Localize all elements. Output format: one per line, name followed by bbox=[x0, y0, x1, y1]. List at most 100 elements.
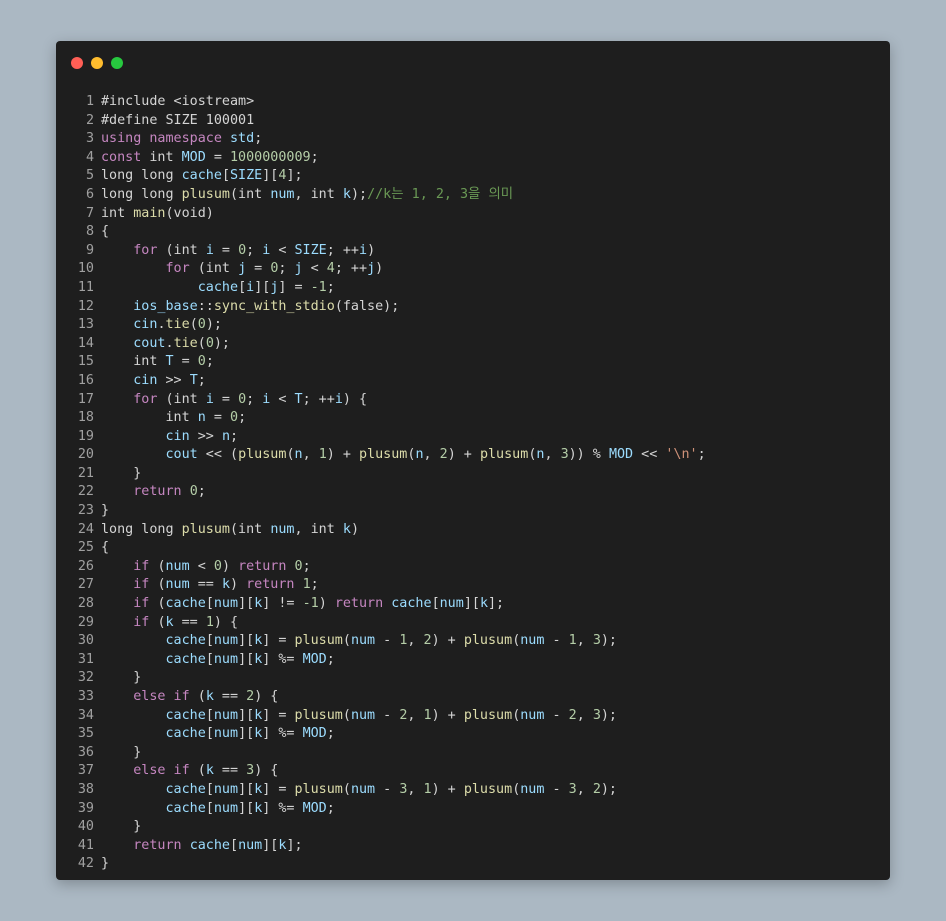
code-token: #include <iostream> bbox=[101, 94, 255, 109]
code-token: 3 bbox=[560, 447, 569, 463]
code-token: MOD bbox=[302, 651, 327, 667]
code-text: cin.tie(0); bbox=[94, 316, 222, 335]
code-token: ]; bbox=[286, 168, 303, 184]
code-token: 2 bbox=[439, 447, 448, 463]
code-token: num bbox=[213, 800, 239, 816]
code-token: - bbox=[544, 781, 569, 797]
code-token: 2 bbox=[246, 689, 255, 704]
code-token: ] != bbox=[262, 596, 303, 612]
code-token: ) + bbox=[431, 781, 464, 797]
line-number: 17 bbox=[77, 391, 94, 407]
code-text: long long cache[SIZE][4]; bbox=[94, 167, 303, 186]
code-token: (void) bbox=[165, 205, 214, 221]
code-token: 2 bbox=[592, 781, 601, 797]
code-token: == bbox=[213, 763, 247, 779]
maximize-dot-icon[interactable] bbox=[111, 57, 123, 69]
code-token: - bbox=[544, 633, 569, 649]
code-token: ) { bbox=[213, 614, 239, 630]
code-token: plusum bbox=[463, 633, 513, 649]
code-token: 1 bbox=[423, 781, 432, 797]
code-token: num bbox=[350, 781, 376, 797]
code-token: ; bbox=[326, 726, 335, 742]
line-number: 26 bbox=[77, 558, 94, 574]
code-token: , int bbox=[294, 186, 343, 202]
code-token: 2 bbox=[568, 707, 577, 723]
line-number: 39 bbox=[77, 800, 94, 816]
code-line: 19 cin >> n; bbox=[56, 428, 890, 447]
code-token: [ bbox=[205, 651, 214, 667]
code-token: = bbox=[205, 149, 230, 165]
code-token: ( bbox=[197, 763, 206, 779]
code-token: (int bbox=[165, 391, 206, 407]
code-line: 34 cache[num][k] = plusum(num - 2, 1) + … bbox=[56, 707, 890, 726]
code-token: n bbox=[197, 410, 206, 426]
code-token: '\n' bbox=[665, 447, 698, 463]
code-token: int bbox=[101, 205, 134, 221]
code-token: return bbox=[334, 596, 392, 612]
code-token: j bbox=[367, 261, 376, 277]
code-token: ) bbox=[318, 596, 335, 612]
code-token: (int bbox=[197, 261, 239, 277]
code-token: const bbox=[101, 149, 150, 165]
code-token: num bbox=[520, 707, 545, 723]
code-token: num bbox=[165, 577, 190, 593]
code-line: 25 { bbox=[56, 539, 890, 558]
code-token: } bbox=[101, 465, 142, 481]
code-token: ( bbox=[342, 707, 351, 723]
code-token: == bbox=[189, 577, 222, 593]
line-number: 22 bbox=[77, 484, 94, 500]
line-number: 30 bbox=[77, 633, 94, 649]
code-token: cin bbox=[101, 317, 158, 333]
code-token: num bbox=[350, 633, 376, 649]
code-window: 1 #include <iostream> 2 #define SIZE 100001… bbox=[56, 41, 890, 880]
code-token: 0 bbox=[294, 558, 303, 574]
code-token: else if bbox=[101, 689, 198, 704]
code-text: if (num < 0) return 0; bbox=[94, 558, 310, 577]
code-line: 42} bbox=[56, 855, 890, 874]
code-token: plusum bbox=[463, 781, 513, 797]
line-number: 19 bbox=[77, 428, 94, 444]
close-dot-icon[interactable] bbox=[71, 57, 83, 69]
code-token: 0 bbox=[197, 354, 206, 370]
code-token: cache bbox=[101, 726, 206, 742]
code-token: ; bbox=[238, 410, 247, 426]
code-token: ; bbox=[697, 447, 706, 463]
code-line: 37 else if (k == 3) { bbox=[56, 762, 890, 781]
code-token: ; bbox=[310, 577, 319, 593]
code-token: ; bbox=[230, 428, 239, 444]
code-token: plusum bbox=[479, 447, 529, 463]
code-token: < bbox=[270, 391, 295, 407]
code-text: int T = 0; bbox=[94, 353, 214, 372]
code-token: n bbox=[221, 428, 230, 444]
code-token: return bbox=[246, 577, 303, 593]
minimize-dot-icon[interactable] bbox=[91, 57, 103, 69]
code-token: ; bbox=[197, 484, 206, 500]
code-token: ][ bbox=[238, 781, 255, 797]
code-text: cout << (plusum(n, 1) + plusum(n, 2) + p… bbox=[94, 446, 706, 465]
line-number: 40 bbox=[77, 819, 94, 835]
code-token: < bbox=[302, 261, 327, 277]
code-token: plusum bbox=[463, 707, 513, 723]
code-token: ] = bbox=[262, 633, 295, 649]
code-token: plusum bbox=[359, 447, 408, 463]
code-token: { bbox=[101, 224, 110, 240]
code-token: main bbox=[133, 205, 166, 221]
code-token: 0 bbox=[205, 335, 214, 351]
code-token: plusum bbox=[181, 521, 230, 537]
code-line: 38 cache[num][k] = plusum(num - 3, 1) + … bbox=[56, 781, 890, 800]
code-token: ( bbox=[197, 335, 206, 351]
code-token: num bbox=[213, 651, 239, 667]
line-number: 12 bbox=[77, 298, 94, 314]
code-token: = bbox=[205, 410, 230, 426]
line-number: 21 bbox=[77, 465, 94, 481]
code-text: cache[num][k] = plusum(num - 3, 1) + plu… bbox=[94, 781, 617, 800]
code-token: ) + bbox=[447, 447, 480, 463]
code-token: < bbox=[270, 242, 295, 258]
code-token: 1 bbox=[568, 633, 577, 649]
code-token: } bbox=[101, 670, 142, 686]
code-token: [ bbox=[221, 168, 230, 184]
code-token: 0 bbox=[238, 391, 247, 407]
code-token: ); bbox=[600, 707, 617, 723]
code-line: 21 } bbox=[56, 465, 890, 484]
code-token: cache bbox=[165, 596, 206, 612]
